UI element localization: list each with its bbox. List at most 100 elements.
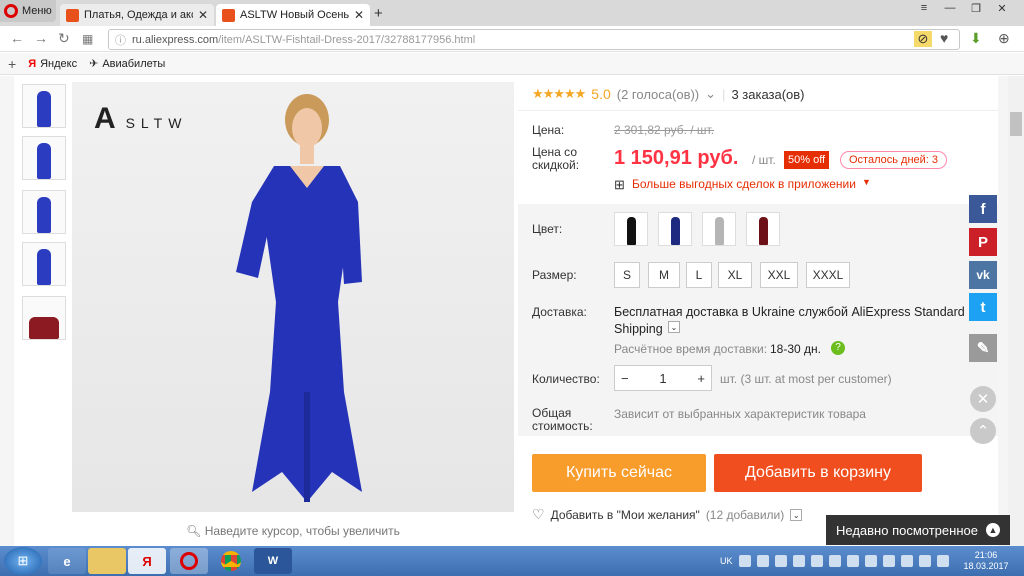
back-icon[interactable]: ← (10, 30, 24, 46)
discount-badge: 50% off (784, 151, 830, 169)
volume-icon[interactable] (936, 555, 949, 567)
pinterest-share-icon[interactable]: P (969, 228, 997, 256)
size-xl-button[interactable]: XL (718, 262, 752, 288)
clock[interactable]: 21:06 18.03.2017 (958, 550, 1014, 572)
vk-share-icon[interactable]: vk (969, 261, 997, 289)
new-tab-button[interactable]: + (374, 5, 383, 22)
size-xxxl-button[interactable]: XXXL (806, 262, 850, 288)
scrollbar[interactable] (1008, 76, 1024, 546)
adblock-icon[interactable]: ⊘ (914, 31, 932, 47)
delivery-time-label: Расчётное время доставки: (614, 342, 768, 356)
maximize-button[interactable]: ❐ (964, 2, 988, 20)
orders-count: 3 заказа(ов) (731, 86, 805, 102)
close-tab-icon[interactable]: ✕ (198, 8, 208, 22)
chrome-icon[interactable] (212, 548, 250, 574)
close-circle-icon[interactable]: ✕ (970, 386, 996, 412)
opera-logo-icon (4, 4, 18, 18)
site-info-icon[interactable]: ⓘ (115, 32, 126, 48)
tab-menu-icon[interactable]: ≡ (912, 2, 936, 20)
swatch-dress-image (758, 217, 768, 245)
tray-app-icon[interactable] (774, 555, 787, 567)
chevron-down-icon[interactable]: ⌄ (790, 508, 803, 521)
bookmark-yandex[interactable]: Я Яндекс (28, 58, 77, 70)
divider: | (722, 86, 726, 102)
bookmark-heart-icon[interactable]: ♥ (940, 30, 948, 46)
tab-asltw-active[interactable]: ASLTW Новый Осень Бол ✕ (216, 4, 370, 26)
start-button[interactable]: ⊞ (4, 547, 42, 575)
language-indicator[interactable]: UK (720, 556, 733, 566)
product-thumbnail[interactable] (22, 84, 66, 128)
product-thumbnail[interactable] (22, 190, 66, 234)
tray-app-icon[interactable] (810, 555, 823, 567)
yandex-icon: Я (28, 57, 37, 70)
votes-link[interactable]: (2 голоса(ов)) (617, 87, 699, 102)
edit-pencil-icon[interactable]: ✎ (969, 334, 997, 362)
aliexpress-favicon-icon (222, 8, 235, 22)
tray-app-icon[interactable] (846, 555, 859, 567)
tray-app-icon[interactable] (882, 555, 895, 567)
tray-app-icon[interactable] (864, 555, 877, 567)
download-arrow-icon[interactable]: ⬇ (970, 30, 982, 47)
help-icon[interactable]: ? (831, 341, 845, 355)
app-deals-link[interactable]: Больше выгодных сделок в приложении (632, 177, 856, 191)
close-window-button[interactable]: ✕ (990, 2, 1014, 20)
downloads-icon[interactable]: ⊕ (998, 30, 1010, 47)
close-tab-icon[interactable]: ✕ (354, 8, 364, 22)
recently-viewed-panel[interactable]: Недавно посмотренное ▲ (826, 515, 1010, 545)
decrement-button[interactable]: − (621, 371, 629, 386)
tray-app-icon[interactable] (756, 555, 769, 567)
tray-app-icon[interactable] (738, 555, 751, 567)
ie-icon[interactable]: e (48, 548, 86, 574)
color-swatch-navy[interactable] (658, 212, 692, 246)
reload-icon[interactable]: ↻ (58, 30, 70, 47)
speed-dial-icon[interactable]: ▦ (82, 32, 93, 46)
qr-code-icon[interactable]: ⊞ (614, 177, 625, 193)
size-s-button[interactable]: S (614, 262, 640, 288)
chevron-down-icon[interactable]: ⌄ (705, 86, 716, 102)
wishlist-row[interactable]: ♡ Добавить в "Мои желания" (12 добавили)… (532, 506, 803, 523)
bookmark-avia[interactable]: ✈ Авиабилеты (89, 57, 165, 71)
product-thumbnail[interactable] (22, 296, 66, 340)
quantity-value[interactable]: 1 (659, 371, 666, 386)
swatch-dress-image (714, 217, 724, 245)
word-icon[interactable]: W (254, 548, 292, 574)
size-m-button[interactable]: M (648, 262, 680, 288)
yandex-browser-icon[interactable]: Я (128, 548, 166, 574)
buy-now-button[interactable]: Купить сейчас (532, 454, 706, 492)
shipping-dropdown-icon[interactable]: ⌄ (668, 321, 680, 333)
increment-button[interactable]: + (697, 371, 705, 386)
color-swatch-burgundy[interactable] (746, 212, 780, 246)
opera-menu-button[interactable]: Меню (0, 0, 56, 22)
size-xxl-button[interactable]: XXL (760, 262, 798, 288)
tray-app-icon[interactable] (792, 555, 805, 567)
brand-logo: A SLTW (94, 102, 188, 135)
explorer-folder-icon[interactable] (88, 548, 126, 574)
main-product-image[interactable]: A SLTW (72, 82, 514, 512)
wishlist-label[interactable]: Добавить в "Мои желания" (551, 508, 700, 522)
url-field[interactable]: ⓘ ru.aliexpress.com/item/ASLTW-Fishtail-… (108, 29, 960, 50)
product-thumbnail[interactable] (22, 136, 66, 180)
add-bookmark-icon[interactable]: + (8, 56, 16, 72)
add-to-cart-button[interactable]: Добавить в корзину (714, 454, 922, 492)
forward-icon[interactable]: → (34, 30, 48, 46)
color-swatch-gray[interactable] (702, 212, 736, 246)
twitter-share-icon[interactable]: t (969, 293, 997, 321)
scroll-top-icon[interactable]: ⌃ (970, 418, 996, 444)
product-thumbnail[interactable] (22, 242, 66, 286)
facebook-share-icon[interactable]: f (969, 195, 997, 223)
windows-taskbar: ⊞ e Я W UK 21:06 18.03.2017 (0, 546, 1024, 576)
network-icon[interactable] (918, 555, 931, 567)
size-l-button[interactable]: L (686, 262, 712, 288)
total-label-1: Общая (532, 406, 572, 420)
minimize-button[interactable]: — (938, 2, 962, 20)
discount-label-2: скидкой: (532, 158, 580, 172)
discount-label-1: Цена со (532, 145, 577, 159)
caret-down-icon[interactable]: ▼ (862, 177, 871, 187)
opera-taskbar-icon[interactable] (170, 548, 208, 574)
scrollbar-thumb[interactable] (1010, 112, 1022, 136)
discounted-price: 1 150,91 руб. (614, 147, 739, 169)
color-swatch-black[interactable] (614, 212, 648, 246)
tab-clothing[interactable]: Платья, Одежда и аксессу ✕ (60, 4, 214, 26)
tray-app-icon[interactable] (900, 555, 913, 567)
tray-app-icon[interactable] (828, 555, 841, 567)
